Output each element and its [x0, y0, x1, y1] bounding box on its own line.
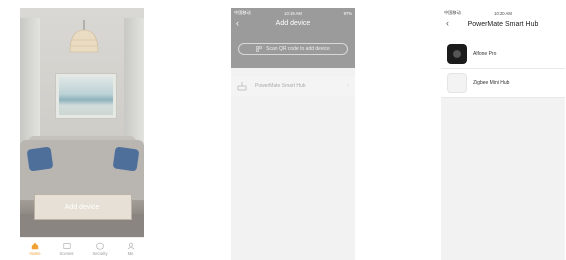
pillow-right	[112, 146, 140, 172]
security-icon	[96, 242, 104, 250]
page-title: PowerMate Smart Hub	[467, 21, 539, 28]
tab-bar: Home Scenes Security Me	[20, 237, 144, 260]
item-label: Alfone Pro	[473, 51, 497, 57]
tab-label: Scenes	[59, 251, 74, 256]
hub-icon	[237, 82, 247, 91]
chevron-right-icon: ›	[347, 83, 349, 89]
home-icon	[31, 242, 39, 250]
tab-label: Security	[92, 251, 108, 256]
pillow-left	[26, 146, 54, 172]
scan-qr-button[interactable]: Scan QR code to add device	[238, 43, 348, 55]
wall-painting	[56, 74, 116, 118]
device-list: Alfone Pro Zigbee Mini Hub	[441, 40, 565, 98]
device-row[interactable]: PowerMate Smart Hub ›	[231, 76, 355, 96]
tab-label: Me	[127, 251, 134, 256]
add-device-screen: 中国移动 10:19 AM 97% ‹ Add device Scan QR c…	[231, 8, 355, 260]
status-bar: 中国移动 10:20 AM	[441, 8, 565, 18]
time-text: 10:20 AM	[494, 10, 512, 16]
pendant-lamp-image	[69, 20, 99, 53]
tab-scenes[interactable]: Scenes	[60, 242, 74, 256]
scenes-icon	[63, 243, 71, 249]
tab-me[interactable]: Me	[127, 242, 135, 256]
time-text: 10:19 AM	[284, 10, 302, 16]
scan-label: Scan QR code to add device	[266, 46, 330, 52]
item-label: Zigbee Mini Hub	[473, 80, 510, 86]
window-right	[124, 18, 144, 150]
home-screen: Add device Home Scenes Security Me	[20, 8, 144, 260]
tab-security[interactable]: Security	[92, 242, 108, 256]
page-title: Add device	[275, 20, 311, 27]
status-bar: 中国移动 10:19 AM 97%	[231, 8, 355, 18]
header: 中国移动 10:19 AM 97% ‹ Add device Scan QR c…	[231, 8, 355, 68]
qr-code-icon	[256, 46, 262, 52]
window-left	[20, 18, 40, 150]
add-device-button[interactable]: Add device	[20, 204, 144, 211]
alfone-pro-thumbnail	[447, 44, 467, 64]
list-item[interactable]: Zigbee Mini Hub	[441, 69, 565, 98]
device-row-label: PowerMate Smart Hub	[255, 83, 306, 89]
tab-label: Home	[29, 251, 41, 256]
zigbee-mini-hub-thumbnail	[447, 73, 467, 93]
tab-home[interactable]: Home	[29, 242, 41, 256]
me-icon	[127, 242, 134, 250]
header: 中国移动 10:20 AM ‹ PowerMate Smart Hub	[441, 8, 565, 40]
list-item[interactable]: Alfone Pro	[441, 40, 565, 69]
hub-device-list-screen: 中国移动 10:20 AM ‹ PowerMate Smart Hub Alfo…	[441, 8, 565, 260]
